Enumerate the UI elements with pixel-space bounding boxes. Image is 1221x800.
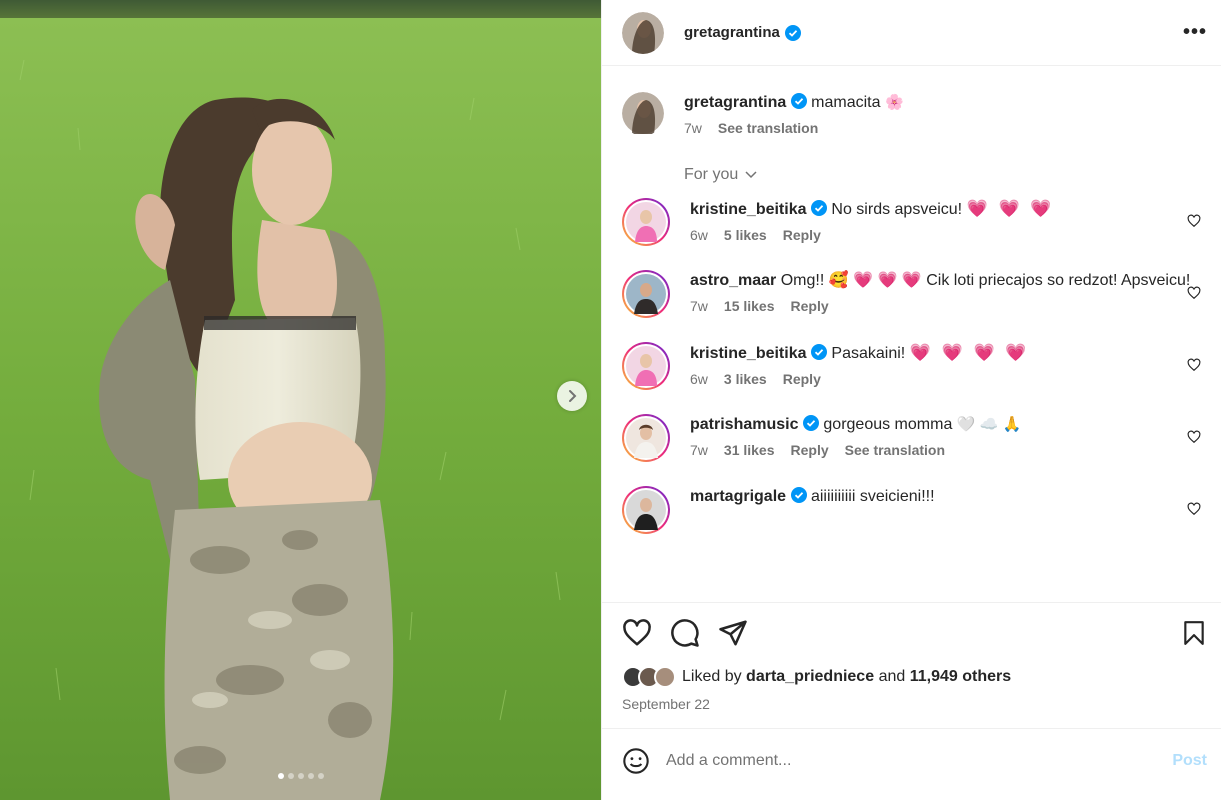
- bookmark-icon[interactable]: [1181, 619, 1207, 647]
- like-comment-heart-icon[interactable]: [1187, 430, 1201, 444]
- carousel-dot: [287, 773, 294, 779]
- verified-badge-icon: [810, 344, 827, 360]
- comment-emojis: 🤍 ☁️ 🙏: [956, 416, 1022, 433]
- verified-badge-icon: [810, 200, 827, 216]
- carousel-dot: [307, 773, 314, 779]
- comment-item: patrishamusic gorgeous momma 🤍 ☁️ 🙏 7w 3…: [622, 414, 1201, 462]
- commenter-username[interactable]: patrishamusic: [690, 416, 798, 433]
- caption-text: mamacita: [811, 94, 881, 111]
- comment-text: gorgeous momma: [823, 416, 953, 433]
- comment-icon[interactable]: [670, 618, 700, 648]
- comment-sort-label: For you: [684, 166, 739, 183]
- likes-others-link[interactable]: 11,949 others: [910, 668, 1011, 685]
- verified-badge-icon: [790, 93, 807, 109]
- post-actions: [602, 602, 1221, 662]
- carousel-dot: [317, 773, 324, 779]
- commenter-username[interactable]: kristine_beitika: [690, 201, 807, 218]
- comment-age[interactable]: 7w: [690, 298, 708, 314]
- verified-badge-icon: [802, 415, 819, 431]
- comment-text: aiiiiiiiiii sveicieni!!!: [810, 488, 935, 505]
- reply-button[interactable]: Reply: [783, 227, 821, 243]
- author-username[interactable]: gretagrantina: [684, 24, 780, 41]
- commenter-username[interactable]: martagrigale: [690, 488, 786, 505]
- add-comment-bar: Post: [602, 728, 1221, 792]
- liker-avatars[interactable]: [622, 666, 676, 688]
- post-header: gretagrantina •••: [602, 0, 1221, 66]
- caption-avatar[interactable]: [622, 92, 664, 136]
- like-comment-heart-icon[interactable]: [1187, 502, 1201, 516]
- author-avatar[interactable]: [622, 11, 664, 54]
- commenter-avatar[interactable]: [622, 486, 670, 534]
- chevron-right-icon: [569, 390, 577, 402]
- commenter-avatar[interactable]: [622, 270, 670, 318]
- carousel-dot: [277, 773, 284, 779]
- comment-likes-count[interactable]: 3 likes: [724, 371, 767, 387]
- like-comment-heart-icon[interactable]: [1187, 214, 1201, 228]
- see-translation-link[interactable]: See translation: [718, 120, 818, 136]
- like-heart-icon[interactable]: [622, 618, 652, 648]
- add-comment-input[interactable]: [666, 751, 1173, 770]
- more-icon: •••: [1182, 21, 1207, 43]
- comment-item: martagrigale aiiiiiiiiii sveicieni!!!: [622, 486, 1201, 534]
- caption-age[interactable]: 7w: [684, 120, 702, 136]
- liked-by-user[interactable]: darta_priedniece: [746, 668, 874, 685]
- liked-by-label: Liked by: [682, 668, 742, 685]
- heart-emojis: 💗 💗 💗: [966, 199, 1055, 218]
- post-caption: gretagrantina mamacita 🌸 7w See translat…: [622, 92, 1201, 136]
- comment-likes-count[interactable]: 5 likes: [724, 227, 767, 243]
- comment-likes-count[interactable]: 31 likes: [724, 442, 775, 458]
- heart-emojis: 💗 💗 💗 💗: [909, 343, 1030, 362]
- like-comment-heart-icon[interactable]: [1187, 286, 1201, 300]
- likes-summary: Liked by darta_priedniece and 11,949 oth…: [602, 662, 1221, 688]
- carousel-indicator: [0, 773, 601, 779]
- commenter-username[interactable]: kristine_beitika: [690, 345, 807, 362]
- like-comment-heart-icon[interactable]: [1187, 358, 1201, 372]
- carousel-dot: [297, 773, 304, 779]
- comment-item: kristine_beitika Pasakaini! 💗 💗 💗 💗 6w 3…: [622, 342, 1201, 390]
- post-comment-button[interactable]: Post: [1172, 752, 1207, 770]
- comment-text: Omg!! 🥰 💗 💗 💗 Cik loti priecajos so redz…: [780, 272, 1191, 289]
- commenter-username[interactable]: astro_maar: [690, 272, 776, 289]
- verified-badge-icon: [790, 487, 807, 503]
- commenter-avatar[interactable]: [622, 414, 670, 462]
- share-icon[interactable]: [718, 618, 748, 648]
- emoji-icon[interactable]: [622, 747, 650, 775]
- reply-button[interactable]: Reply: [783, 371, 821, 387]
- likes-and: and: [878, 668, 906, 685]
- comments-list[interactable]: gretagrantina mamacita 🌸 7w See translat…: [602, 66, 1221, 602]
- comment-sort-dropdown[interactable]: For you: [684, 166, 1201, 184]
- reply-button[interactable]: Reply: [791, 298, 829, 314]
- post-side-panel: gretagrantina ••• gretagrantina mamacita…: [601, 0, 1221, 800]
- more-options-button[interactable]: •••: [1183, 21, 1207, 44]
- commenter-avatar[interactable]: [622, 342, 670, 390]
- post-media[interactable]: [0, 0, 601, 800]
- chevron-down-icon: [745, 171, 757, 179]
- comment-text: No sirds apsveicu!: [831, 201, 963, 218]
- comment-item: astro_maar Omg!! 🥰 💗 💗 💗 Cik loti prieca…: [622, 270, 1201, 318]
- comment-age[interactable]: 6w: [690, 227, 708, 243]
- verified-badge-icon: [784, 24, 801, 41]
- comment-item: kristine_beitika No sirds apsveicu! 💗 💗 …: [622, 198, 1201, 246]
- liker-avatar: [654, 666, 676, 688]
- comment-age[interactable]: 6w: [690, 371, 708, 387]
- caption-username[interactable]: gretagrantina: [684, 94, 786, 111]
- post-photo: [0, 0, 601, 800]
- comment-text: Pasakaini!: [831, 345, 906, 362]
- comment-likes-count[interactable]: 15 likes: [724, 298, 775, 314]
- comment-age[interactable]: 7w: [690, 442, 708, 458]
- post-date[interactable]: September 22: [602, 688, 1221, 712]
- reply-button[interactable]: Reply: [791, 442, 829, 458]
- carousel-next-button[interactable]: [557, 381, 587, 411]
- see-translation-link[interactable]: See translation: [845, 442, 945, 458]
- commenter-avatar[interactable]: [622, 198, 670, 246]
- flower-emoji: 🌸: [884, 94, 904, 111]
